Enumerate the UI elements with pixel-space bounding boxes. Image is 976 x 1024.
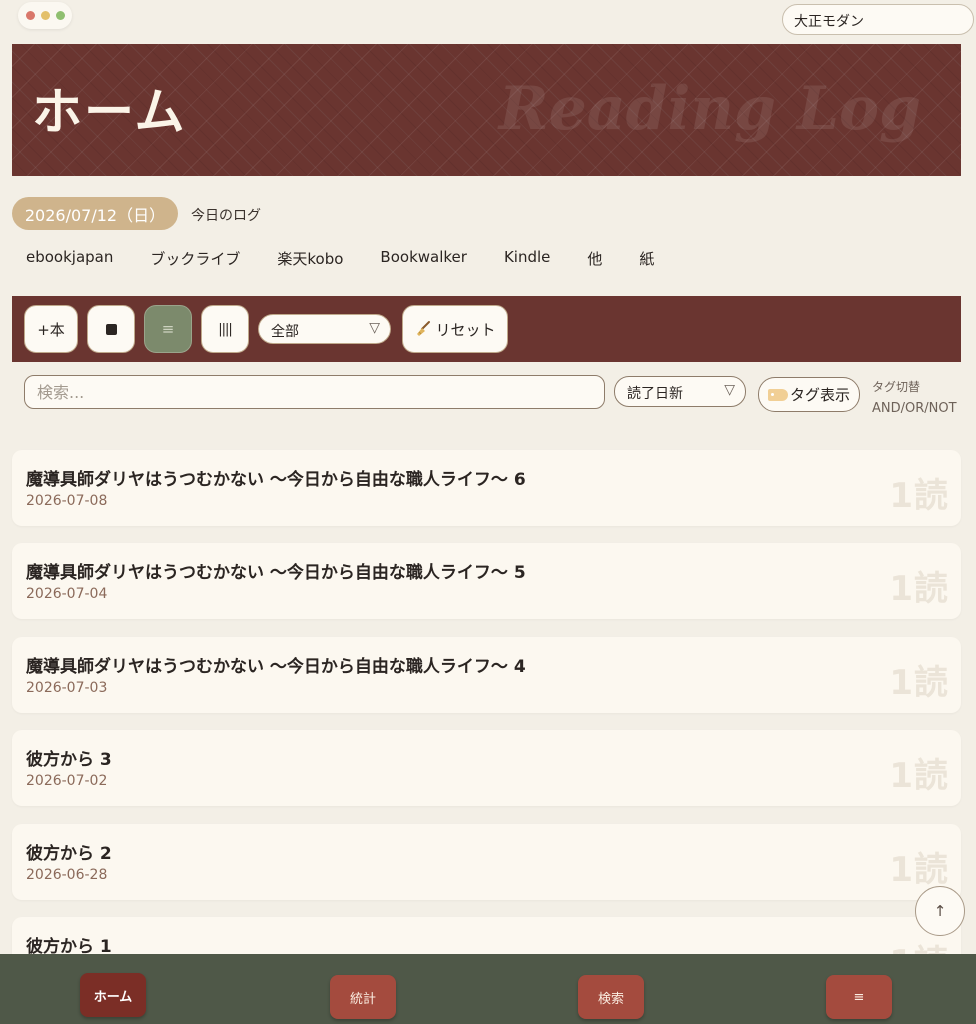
read-count: 1読 [889,850,949,890]
book-title: 魔導具師ダリヤはうつむかない ～今日から自由な職人ライフ～ 4 [26,657,526,677]
book-card[interactable]: 魔導具師ダリヤはうつむかない ～今日から自由な職人ライフ～ 4 2026-07-… [12,637,961,713]
book-title: 魔導具師ダリヤはうつむかない ～今日から自由な職人ライフ～ 6 [26,470,526,490]
add-book-button[interactable]: +本 [24,305,78,353]
book-card[interactable]: 魔導具師ダリヤはうつむかない ～今日から自由な職人ライフ～ 6 2026-07-… [12,450,961,526]
book-card[interactable]: 彼方から 3 2026-07-02 1読 [12,730,961,806]
read-count: 1読 [889,756,949,796]
bars-icon: |||| [218,321,232,337]
nav-stats-button[interactable]: 統計 [330,975,396,1019]
book-date: 2026-06-28 [26,867,108,883]
window-controls [18,2,72,29]
book-date: 2026-07-03 [26,680,108,696]
dropdown-triangle-icon: ▽ [369,320,380,336]
read-count: 1読 [889,476,949,516]
zoom-dot[interactable] [55,11,65,20]
tag-mode-title: タグ切替 [872,380,921,394]
nav-home-button[interactable]: ホーム [80,973,146,1017]
today-log-label: 今日のログ [191,208,261,224]
nav-search-button[interactable]: 検索 [578,975,644,1019]
book-card[interactable]: 彼方から 2 2026-06-28 1読 [12,824,961,900]
close-dot[interactable] [25,11,35,20]
tag-mode-value: AND/OR/NOT [872,401,957,416]
book-title: 彼方から 3 [26,750,112,770]
book-date: 2026-07-08 [26,493,108,509]
hero-banner: ホーム Reading Log [12,44,961,176]
bottom-nav: ホーム 統計 検索 ≡ [0,954,976,1024]
sort-select-value: 読了日新 [627,386,683,402]
store-link-rakuten-kobo[interactable]: 楽天kobo [277,248,343,269]
read-count: 1読 [889,663,949,703]
minimize-dot[interactable] [40,11,50,20]
store-link-bookwalker[interactable]: Bookwalker [380,248,467,269]
view-spine-button[interactable]: |||| [201,305,249,353]
scroll-to-top-button[interactable]: ↑ [915,886,965,936]
nav-menu-button[interactable]: ≡ [826,975,892,1019]
page-title: ホーム [32,82,187,141]
view-list-button[interactable]: ≡ [144,305,192,353]
book-date: 2026-07-02 [26,773,108,789]
read-count: 1読 [889,569,949,609]
toolbar: +本 ≡ |||| 全部 ▽ リセット [12,296,961,362]
tag-display-button[interactable]: タグ表示 [758,377,860,412]
book-date: 2026-07-04 [26,586,108,602]
store-links: ebookjapan ブックライブ 楽天kobo Bookwalker Kind… [26,248,691,269]
store-link-booklive[interactable]: ブックライブ [150,248,240,269]
tag-display-label: タグ表示 [789,386,850,404]
tag-icon [767,388,788,401]
search-input[interactable] [24,375,605,409]
arrow-up-icon: ↑ [933,902,947,920]
filter-select[interactable]: 全部 ▽ [258,314,391,344]
tag-mode-toggle[interactable]: タグ切替 AND/OR/NOT [872,377,957,419]
filter-select-value: 全部 [271,324,299,340]
book-title: 彼方から 2 [26,844,112,864]
sort-select[interactable]: 読了日新 ▽ [614,376,746,407]
store-link-ebookjapan[interactable]: ebookjapan [26,248,113,269]
store-link-kindle[interactable]: Kindle [504,248,550,269]
list-icon: ≡ [161,320,175,338]
today-date-badge: 2026/07/12（日） [12,197,178,230]
hero-watermark: Reading Log [498,74,921,144]
broom-icon [417,321,431,336]
dropdown-triangle-icon: ▽ [724,382,735,398]
theme-select[interactable]: 大正モダン [782,4,974,35]
reset-label: リセット [435,320,496,339]
square-icon [105,323,117,335]
book-card[interactable]: 魔導具師ダリヤはうつむかない ～今日から自由な職人ライフ～ 5 2026-07-… [12,543,961,619]
reset-button[interactable]: リセット [402,305,508,353]
store-link-paper[interactable]: 紙 [639,248,654,269]
book-title: 魔導具師ダリヤはうつむかない ～今日から自由な職人ライフ～ 5 [26,563,526,583]
store-link-other[interactable]: 他 [587,248,602,269]
view-card-button[interactable] [87,305,135,353]
